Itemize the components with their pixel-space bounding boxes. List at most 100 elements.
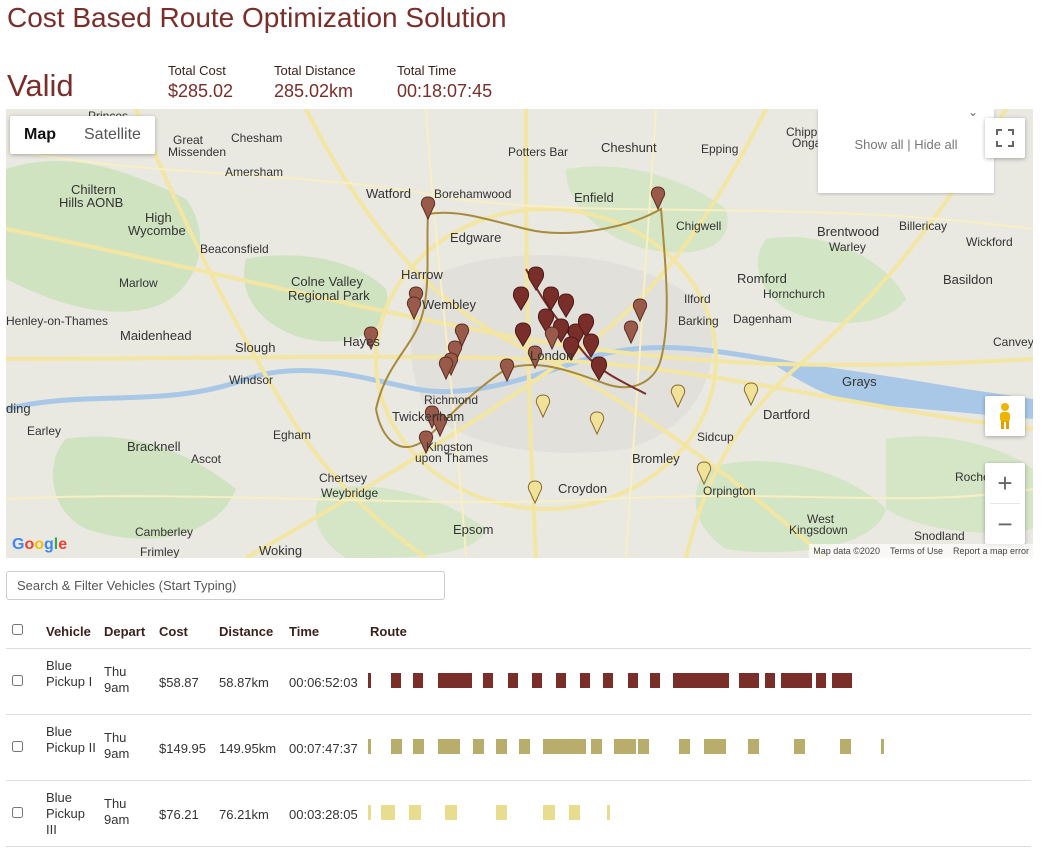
route-stop[interactable]: [438, 673, 472, 688]
route-stop[interactable]: [381, 805, 395, 820]
zoom-in-button[interactable]: +: [985, 463, 1025, 503]
map-place-label: Wickford: [966, 235, 1013, 249]
vehicle-distance: 58.87km: [219, 675, 269, 690]
col-header-distance[interactable]: Distance: [219, 624, 273, 639]
route-stop[interactable]: [473, 739, 484, 754]
table-row[interactable]: Blue Pickup I Thu 9am $58.87 58.87km 00:…: [6, 649, 1031, 715]
metric-value: 285.02km: [274, 81, 354, 101]
route-stop[interactable]: [673, 673, 729, 688]
route-stop[interactable]: [445, 805, 457, 820]
map-place-label: Watford: [366, 186, 412, 201]
vehicle-time: 00:07:47:37: [289, 741, 358, 756]
report-map-error-link[interactable]: Report a map error: [953, 546, 1029, 556]
vehicle-cost: $76.21: [159, 807, 199, 822]
col-header-vehicle[interactable]: Vehicle: [46, 624, 91, 639]
route-stop[interactable]: [508, 673, 518, 688]
route-stop[interactable]: [483, 673, 493, 688]
map-place-label: Weybridge: [321, 486, 379, 500]
route-stop[interactable]: [794, 739, 805, 754]
route-stop[interactable]: [413, 739, 424, 754]
col-header-route: Route: [370, 624, 407, 639]
route-endpoint[interactable]: [368, 673, 371, 688]
route-stop[interactable]: [438, 739, 460, 754]
zoom-out-button[interactable]: −: [985, 504, 1025, 544]
metric-value: $285.02: [168, 81, 234, 101]
route-timeline[interactable]: [368, 673, 968, 690]
route-stop[interactable]: [496, 739, 507, 754]
route-stop[interactable]: [748, 739, 759, 754]
row-checkbox[interactable]: [12, 807, 23, 818]
map-type-satellite-button[interactable]: Satellite: [70, 116, 155, 154]
route-stop[interactable]: [765, 673, 775, 688]
route-stop[interactable]: [580, 673, 590, 688]
route-endpoint[interactable]: [368, 739, 371, 754]
google-logo: Google: [12, 536, 68, 553]
map-place-label: Edgware: [450, 230, 502, 245]
map-place-label: Hayes: [343, 334, 380, 349]
map-place-label: Richmond: [424, 393, 479, 407]
map-place-label: Windsor: [229, 373, 274, 387]
vehicle-name: Blue Pickup III: [46, 790, 86, 837]
col-header-time[interactable]: Time: [289, 624, 319, 639]
route-stop[interactable]: [543, 739, 586, 754]
route-endpoint[interactable]: [842, 673, 845, 688]
map-place-label: Harrow: [401, 267, 443, 282]
route-stop[interactable]: [704, 739, 726, 754]
route-stop[interactable]: [519, 739, 530, 754]
route-map[interactable]: Princes Great Missenden Chesham Amersham…: [6, 109, 1033, 558]
map-place-label: Wembley: [422, 297, 476, 312]
route-stop[interactable]: [532, 673, 542, 688]
route-stop[interactable]: [556, 673, 566, 688]
route-stop[interactable]: [614, 739, 636, 754]
route-stop[interactable]: [840, 739, 851, 754]
route-stop[interactable]: [409, 805, 421, 820]
map-type-map-button[interactable]: Map: [10, 116, 70, 154]
row-checkbox[interactable]: [12, 675, 23, 686]
route-stop[interactable]: [391, 739, 402, 754]
route-legend-panel: ⌄ Show all | Hide all: [818, 109, 994, 193]
map-place-label: London: [530, 348, 574, 363]
map-place-label: Grays: [842, 374, 877, 389]
table-row[interactable]: Blue Pickup III Thu 9am $76.21 76.21km 0…: [6, 781, 1031, 847]
metric-total-distance: Total Distance 285.02km: [274, 63, 356, 102]
row-checkbox[interactable]: [12, 741, 23, 752]
route-stop[interactable]: [679, 739, 690, 754]
terms-of-use-link[interactable]: Terms of Use: [890, 546, 943, 556]
table-row[interactable]: Blue Pickup II Thu 9am $149.95 149.95km …: [6, 715, 1031, 781]
route-stop[interactable]: [543, 805, 555, 820]
route-endpoint[interactable]: [368, 805, 371, 820]
route-stop[interactable]: [628, 673, 638, 688]
route-stop[interactable]: [816, 673, 826, 688]
hide-all-link[interactable]: Hide all: [914, 137, 957, 152]
route-stop[interactable]: [603, 673, 613, 688]
col-header-cost[interactable]: Cost: [159, 624, 188, 639]
map-place-label: Egham: [273, 428, 312, 442]
col-header-depart[interactable]: Depart: [104, 624, 145, 639]
map-place-label: Missenden: [168, 145, 227, 159]
route-endpoint[interactable]: [607, 805, 610, 820]
route-stop[interactable]: [781, 673, 812, 688]
vehicle-cost: $58.87: [159, 675, 199, 690]
route-stop[interactable]: [650, 673, 660, 688]
vehicle-name: Blue Pickup II: [46, 724, 96, 755]
vehicle-time: 00:06:52:03: [289, 675, 358, 690]
route-stop[interactable]: [739, 673, 759, 688]
route-timeline[interactable]: [368, 739, 968, 756]
route-stop[interactable]: [638, 739, 649, 754]
route-stop[interactable]: [391, 673, 401, 688]
route-timeline[interactable]: [368, 805, 968, 822]
vehicle-search-input[interactable]: [6, 571, 445, 600]
street-view-button[interactable]: [985, 396, 1025, 436]
fullscreen-button[interactable]: [985, 118, 1025, 158]
show-all-link[interactable]: Show all: [854, 137, 903, 152]
route-endpoint[interactable]: [881, 739, 884, 754]
map-place-label: Dagenham: [733, 312, 792, 326]
route-stop[interactable]: [413, 673, 423, 688]
route-stop[interactable]: [569, 805, 580, 820]
select-all-checkbox[interactable]: [12, 624, 23, 635]
route-stop[interactable]: [591, 739, 602, 754]
chevron-down-icon[interactable]: ⌄: [968, 109, 978, 119]
metric-value: 00:18:07:45: [397, 81, 493, 101]
route-stop[interactable]: [496, 805, 507, 820]
map-place-label: Chigwell: [676, 219, 722, 233]
